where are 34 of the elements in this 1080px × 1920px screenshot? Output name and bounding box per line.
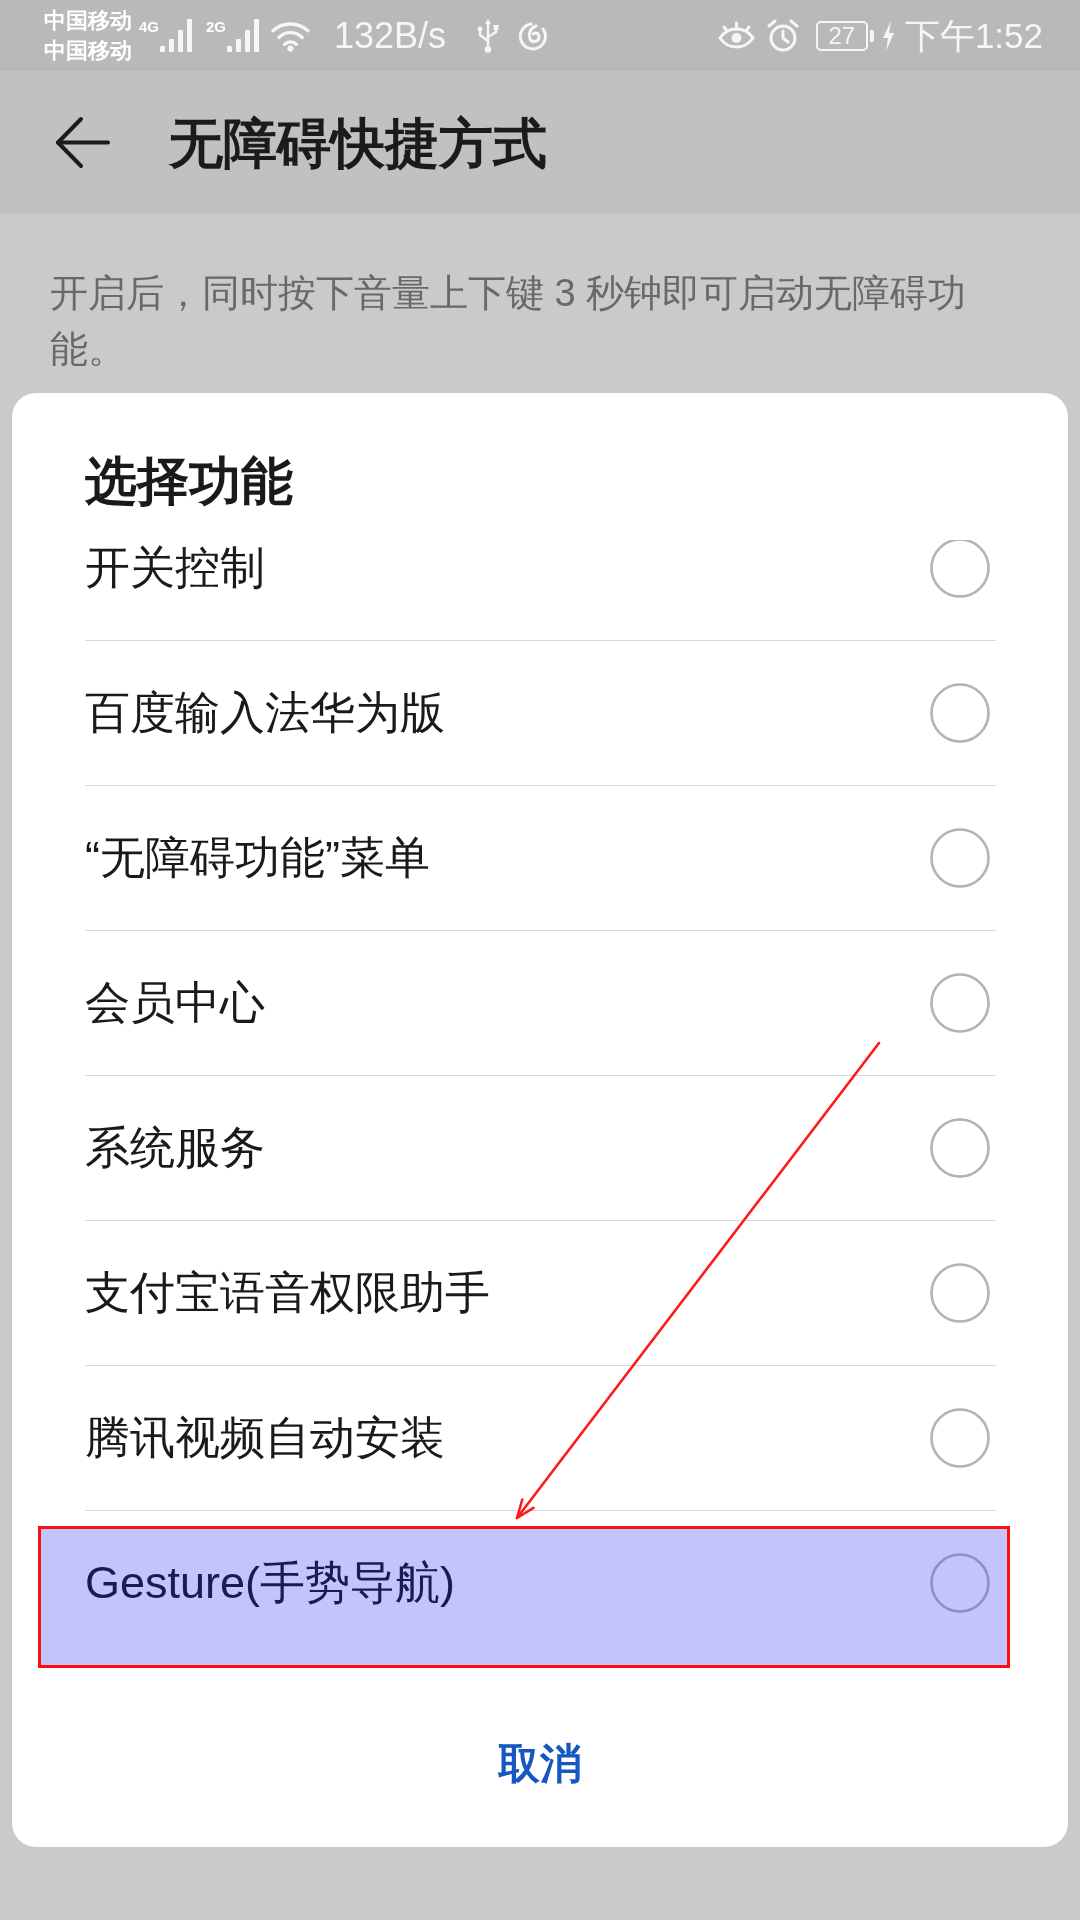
eye-icon [717, 20, 755, 51]
option-label[interactable]: 百度输入法华为版 [85, 685, 445, 741]
spiral-icon [519, 20, 550, 51]
network-type-label: 4G [139, 19, 159, 35]
radio-button[interactable] [930, 1408, 990, 1468]
carrier-name: 中国移动 [44, 36, 132, 65]
radio-button[interactable] [930, 973, 990, 1033]
description-text: 开启后，同时按下音量上下键 3 秒钟即可启动无障碍功能。 [50, 271, 968, 372]
network-type-label: 2G [206, 19, 227, 35]
option-label[interactable]: 会员中心 [85, 975, 265, 1031]
carrier-name: 中国移动 [44, 6, 132, 35]
network-speed: 132B/s [334, 13, 447, 58]
radio-button[interactable] [930, 1263, 990, 1323]
dialog-title: 选择功能 [85, 451, 293, 512]
signal-bars-icon [227, 19, 262, 52]
radio-button[interactable] [930, 1553, 990, 1613]
radio-button[interactable] [930, 683, 990, 743]
cancel-button[interactable]: 取消 [438, 1716, 642, 1812]
clock-time: 下午1:52 [904, 14, 1043, 57]
option-label[interactable]: Gesture(手势导航) [85, 1555, 456, 1611]
option-label[interactable]: 开关控制 [85, 540, 265, 596]
radio-button[interactable] [930, 828, 990, 888]
option-label[interactable]: “无障碍功能”菜单 [85, 830, 430, 886]
option-label[interactable]: 支付宝语音权限助手 [85, 1265, 490, 1321]
radio-button[interactable] [930, 1118, 990, 1178]
option-label[interactable]: 系统服务 [85, 1120, 265, 1176]
alarm-clock-icon [765, 18, 800, 53]
battery-percent: 27 [828, 22, 856, 49]
page-title: 无障碍快捷方式 [169, 111, 547, 175]
usb-icon [477, 18, 500, 53]
wifi-icon [271, 19, 311, 52]
radio-button[interactable] [930, 540, 990, 598]
signal-bars-icon [160, 19, 194, 52]
option-label[interactable]: 腾讯视频自动安装 [85, 1410, 445, 1466]
